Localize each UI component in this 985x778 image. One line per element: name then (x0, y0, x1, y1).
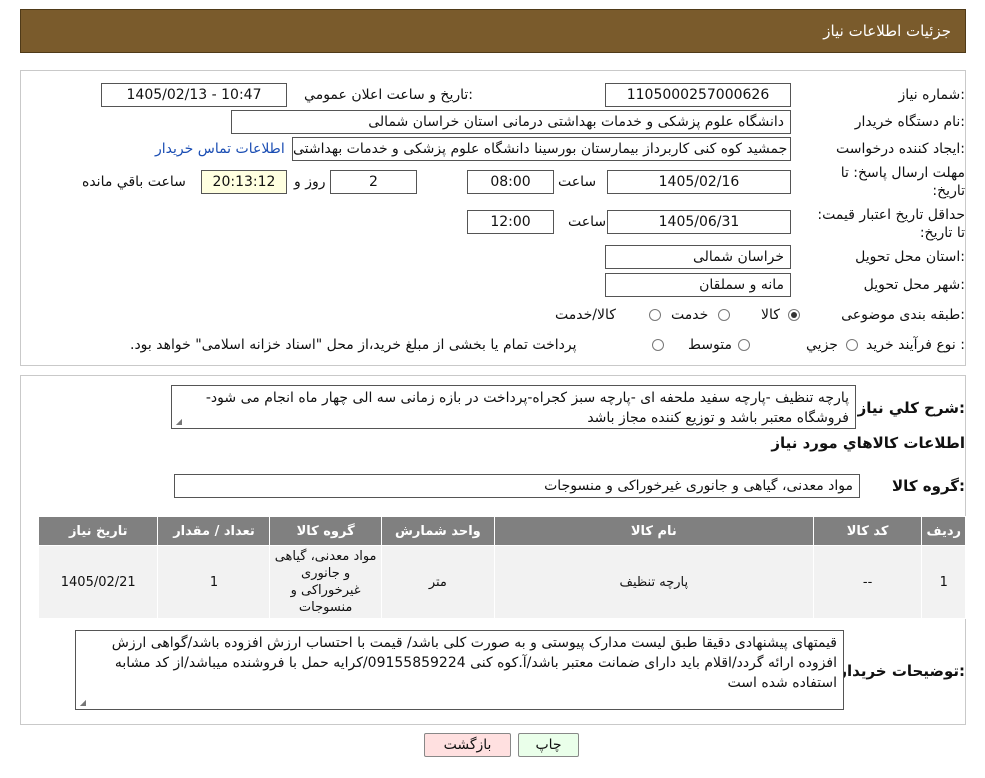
cell-need-date: 1405/02/21 (37, 545, 159, 619)
buyer-notes-label: توضیحات خریدار: (838, 662, 965, 680)
general-desc-textarea[interactable]: پارچه تنظیف -پارچه سفید ملحفه ای -پارچه … (171, 385, 856, 429)
page-title: جزئیات اطلاعات نیاز (823, 22, 951, 40)
province-field: خراسان شمالی (605, 245, 791, 269)
announce-datetime-label: تاریخ و ساعت اعلان عمومي: (304, 87, 473, 103)
remaining-label: ساعت باقي مانده (82, 174, 186, 190)
reply-deadline-label: مهلت ارسال پاسخ: تا تاریخ: (840, 165, 965, 199)
category-label: طبقه بندی موضوعی: (841, 307, 965, 323)
validity-date-field: 1405/06/31 (607, 210, 791, 234)
category-option-goods-service: کالا/خدمت (555, 307, 616, 323)
announce-datetime-field: 1405/02/13 - 10:47 (101, 83, 287, 107)
requester-field: جمشید کوه کنی کاربرداز بیمارستان بورسینا… (292, 137, 791, 161)
buyer-contact-link[interactable]: اطلاعات تماس خریدار (155, 141, 285, 157)
buyer-notes-text: قیمتهای پیشنهادی دقیقا طبق لیست مدارک پی… (111, 635, 837, 691)
col-header-goods-code: کد کالا (812, 516, 923, 546)
purchase-type-label: نوع فرآیند خرید : (866, 337, 965, 353)
category-option-service: خدمت (671, 307, 709, 323)
purchase-option-medium: متوسط (688, 337, 732, 353)
col-header-goods-group: گروه کالا (269, 516, 382, 546)
treasury-checkbox[interactable] (652, 339, 664, 351)
table-header-row: ردیف کد کالا نام کالا واحد شمارش گروه کا… (37, 516, 966, 546)
province-label: استان محل تحویل: (855, 249, 965, 265)
price-validity-label: حداقل تاریخ اعتبار قیمت: تا تاریخ: (817, 207, 965, 241)
cell-goods-group: مواد معدنی، گیاهی و جانوری غیرخوراکی و م… (269, 545, 382, 619)
category-radio-service[interactable] (718, 309, 730, 321)
items-table: ردیف کد کالا نام کالا واحد شمارش گروه کا… (37, 516, 966, 619)
cell-goods-code: -- (812, 545, 923, 619)
print-button[interactable]: چاپ (518, 733, 579, 757)
goods-info-heading: اطلاعات کالاهاي مورد نیاز (771, 434, 965, 452)
need-number-field: 1105000257000626 (605, 83, 791, 107)
resize-grip-icon[interactable]: ◢ (78, 699, 86, 707)
validity-hour-label: ساعت (568, 214, 607, 230)
cell-unit: متر (380, 545, 495, 619)
table-row[interactable]: 1 -- پارچه تنظیف متر مواد معدنی، گیاهی و… (37, 545, 966, 619)
need-number-label: شماره نیاز: (898, 87, 965, 103)
reply-date-field: 1405/02/16 (607, 170, 791, 194)
purchase-note: پرداخت تمام یا بخشی از مبلغ خرید،از محل … (130, 337, 577, 353)
reply-time-field: 08:00 (467, 170, 554, 194)
remaining-time-field: 20:13:12 (201, 170, 287, 194)
buyer-org-field: دانشگاه علوم پزشکی و خدمات بهداشتی درمان… (231, 110, 791, 134)
cell-row-number: 1 (921, 545, 966, 619)
col-header-row-number: ردیف (921, 516, 966, 546)
resize-grip-icon[interactable]: ◢ (174, 418, 182, 426)
col-header-goods-name: نام کالا (493, 516, 814, 546)
validity-time-field: 12:00 (467, 210, 554, 234)
requester-label: ایجاد کننده درخواست: (836, 141, 965, 157)
col-header-unit: واحد شمارش (380, 516, 495, 546)
general-desc-text: پارچه تنظیف -پارچه سفید ملحفه ای -پارچه … (205, 390, 849, 426)
general-desc-label: شرح کلي نیاز: (857, 399, 965, 417)
reply-hour-label: ساعت (558, 174, 597, 190)
items-table-container: ردیف کد کالا نام کالا واحد شمارش گروه کا… (37, 516, 966, 624)
purchase-option-minor: جزیي (806, 337, 838, 353)
back-button[interactable]: بازگشت (424, 733, 511, 757)
cell-goods-name: پارچه تنظیف (493, 545, 814, 619)
goods-group-field: مواد معدنی، گیاهی و جانوری غیرخوراکی و م… (174, 474, 860, 498)
cell-quantity: 1 (157, 545, 271, 619)
category-option-goods: کالا (761, 307, 780, 323)
purchase-radio-minor[interactable] (846, 339, 858, 351)
goods-group-label: گروه کالا: (892, 477, 965, 495)
buyer-org-label: نام دستگاه خریدار: (854, 114, 965, 130)
city-field: مانه و سملقان (605, 273, 791, 297)
purchase-radio-medium[interactable] (738, 339, 750, 351)
days-and-label: روز و (294, 174, 326, 190)
page-header: جزئیات اطلاعات نیاز (20, 9, 966, 53)
buyer-notes-textarea[interactable]: قیمتهای پیشنهادی دقیقا طبق لیست مدارک پی… (75, 630, 844, 710)
reply-days-field: 2 (330, 170, 417, 194)
city-label: شهر محل تحویل: (863, 277, 965, 293)
col-header-quantity: تعداد / مقدار (157, 516, 271, 546)
col-header-need-date: تاریخ نیاز (37, 516, 159, 546)
category-radio-goods[interactable] (788, 309, 800, 321)
category-radio-goods-service[interactable] (649, 309, 661, 321)
